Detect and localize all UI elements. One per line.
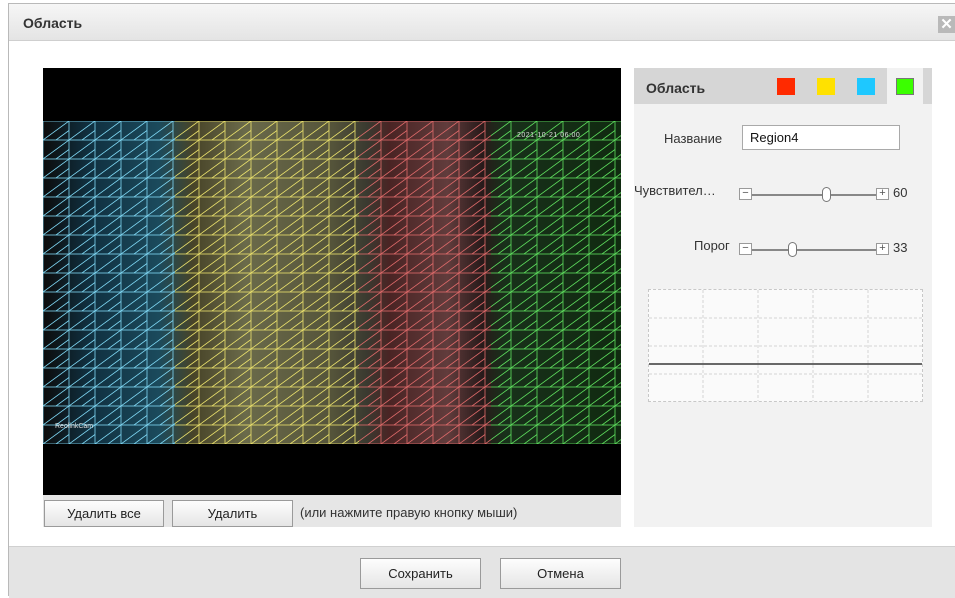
region-toolbar: Удалить все Удалить (или нажмите правую … [43, 495, 621, 527]
save-button[interactable]: Сохранить [360, 558, 481, 589]
panel-title: Область [646, 80, 706, 96]
threshold-minus-button[interactable]: − [739, 243, 752, 255]
threshold-label: Порог [694, 238, 730, 253]
title-bar: Область ✕ [9, 4, 955, 41]
swatch-green[interactable] [896, 78, 914, 95]
dialog-title: Область [23, 15, 83, 31]
delete-button[interactable]: Удалить [172, 500, 293, 527]
sensitivity-slider-thumb[interactable] [821, 187, 831, 202]
region-cyan-area [43, 121, 175, 444]
sensitivity-label: Чувствител… [634, 183, 716, 198]
motion-graph [648, 289, 923, 402]
threshold-slider-thumb[interactable] [788, 242, 798, 257]
swatch-cyan[interactable] [857, 78, 875, 95]
sensitivity-plus-button[interactable]: + [876, 188, 889, 200]
threshold-slider-track[interactable] [752, 249, 876, 251]
swatch-red[interactable] [777, 78, 795, 95]
delete-hint: (или нажмите правую кнопку мыши) [300, 505, 518, 520]
region-grid[interactable] [43, 121, 621, 444]
osd-timestamp: 2021-10-21 06:00 [517, 132, 581, 139]
region-red-area [359, 121, 491, 444]
motion-graph-svg [649, 290, 922, 401]
delete-all-button[interactable]: Удалить все [44, 500, 164, 527]
area-dialog: Область ✕ 2021-10-21 06:00 ReolinkCam Уд… [8, 3, 955, 598]
sensitivity-value: 60 [893, 185, 908, 200]
cancel-button[interactable]: Отмена [500, 558, 621, 589]
name-label: Название [664, 131, 723, 146]
osd-channel-name: ReolinkCam [55, 423, 94, 430]
threshold-value: 33 [893, 240, 908, 255]
sensitivity-slider-track[interactable] [752, 194, 876, 196]
region-yellow-area [175, 121, 359, 444]
panel-header: Область [634, 68, 932, 104]
close-icon[interactable]: ✕ [938, 16, 955, 33]
dialog-footer: Сохранить Отмена [9, 546, 955, 598]
threshold-plus-button[interactable]: + [876, 243, 889, 255]
video-preview[interactable]: 2021-10-21 06:00 ReolinkCam [43, 68, 621, 495]
swatch-yellow[interactable] [817, 78, 835, 95]
region-green-area [491, 121, 621, 444]
sensitivity-minus-button[interactable]: − [739, 188, 752, 200]
region-name-input[interactable] [742, 125, 900, 150]
region-settings-panel: Область Название Чувствител… − + 60 Поро… [634, 68, 932, 527]
